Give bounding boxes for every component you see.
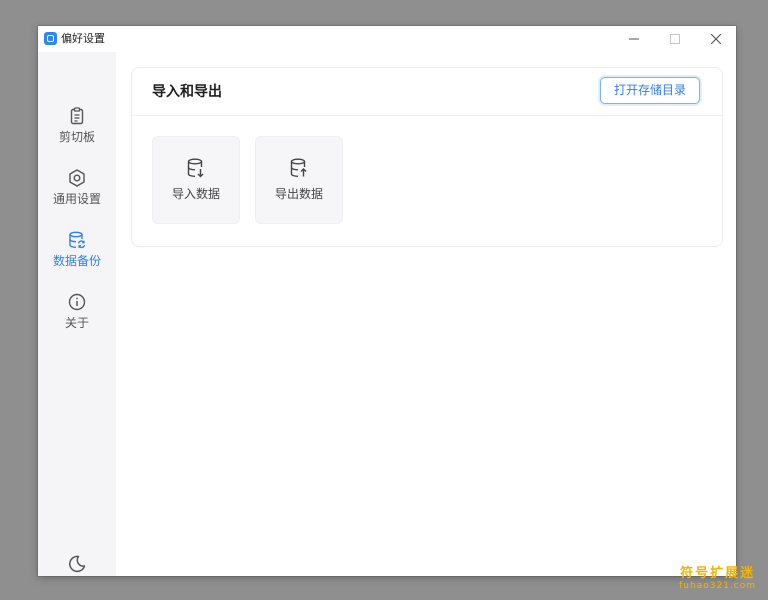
watermark-title: 符号扩展迷 [680,566,756,581]
info-icon [68,293,86,311]
maximize-icon [670,34,680,44]
settings-hexagon-icon [69,169,85,187]
maximize-button[interactable] [655,26,695,52]
close-icon [711,34,721,44]
card-header: 导入和导出 打开存储目录 [132,68,722,116]
sidebar-item-label: 数据备份 [52,254,101,268]
preferences-window: 偏好设置 剪切板 通用设置 数据备份 关于 导入和导出 打开存储目录 导入数据 … [38,26,736,576]
sidebar: 剪切板 通用设置 数据备份 关于 [38,52,116,576]
tile-label: 导出数据 [274,187,323,201]
sidebar-item-clipboard[interactable]: 剪切板 [38,106,116,158]
sidebar-item-label: 关于 [64,316,89,330]
sidebar-item-about[interactable]: 关于 [38,292,116,344]
import-export-card: 导入和导出 打开存储目录 导入数据 导出数据 [131,67,723,247]
close-button[interactable] [696,26,736,52]
section-title: 导入和导出 [152,84,222,100]
theme-toggle-button[interactable] [67,554,87,574]
import-data-tile[interactable]: 导入数据 [152,136,240,224]
site-watermark: 符号扩展迷 fuhao321.com [679,566,756,592]
title-bar[interactable]: 偏好设置 [38,26,736,52]
tile-label: 导入数据 [171,187,220,201]
watermark-url: fuhao321.com [679,581,756,591]
database-import-icon [187,158,204,178]
export-data-tile[interactable]: 导出数据 [255,136,343,224]
minimize-icon [629,38,639,40]
sidebar-item-general-settings[interactable]: 通用设置 [38,168,116,220]
open-storage-directory-button[interactable]: 打开存储目录 [600,77,700,104]
moon-icon [69,555,86,573]
clipboard-icon [70,107,84,125]
database-export-icon [290,158,307,177]
database-sync-icon [69,231,86,249]
sidebar-item-label: 通用设置 [52,192,101,206]
app-logo-icon [44,32,57,45]
window-title: 偏好设置 [61,32,105,45]
sidebar-item-data-backup[interactable]: 数据备份 [38,230,116,282]
sidebar-item-label: 剪切板 [58,130,95,144]
minimize-button[interactable] [614,26,654,52]
